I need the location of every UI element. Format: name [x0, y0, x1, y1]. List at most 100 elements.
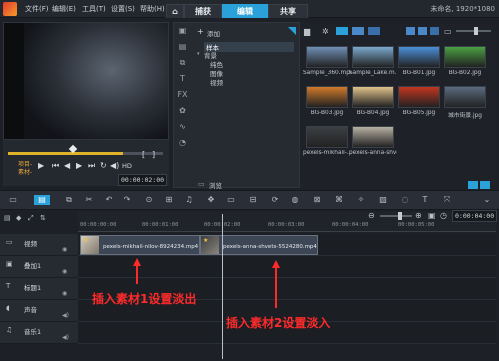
info-icon[interactable] [468, 181, 478, 189]
filter-video-icon[interactable] [336, 27, 348, 35]
track-header-video[interactable]: ▭ 视频 ◉ [0, 234, 78, 256]
zoom-slider-handle[interactable] [398, 212, 402, 220]
speed-icon[interactable]: ⌘ [334, 195, 344, 205]
media-item[interactable]: BG-B04.jpg [349, 86, 397, 116]
time-remap-icon[interactable]: ⟳ [270, 195, 280, 205]
mark-out-icon[interactable]: ] [152, 150, 155, 159]
media-icon[interactable]: ▣ [177, 26, 188, 35]
eye-icon[interactable]: ◉ [62, 268, 67, 275]
path-icon[interactable]: ∿ [177, 122, 188, 131]
transition-icon[interactable]: ⧉ [177, 58, 188, 67]
track-header-overlay[interactable]: ▣ 叠加1 ◉ [0, 256, 78, 278]
text-icon[interactable]: T [420, 195, 430, 205]
import-icon[interactable]: ▆ [304, 27, 310, 36]
speaker-icon[interactable]: ◀) [62, 334, 69, 341]
volume-icon[interactable]: ◀) [110, 161, 119, 170]
folder-icon[interactable]: ▭ [198, 180, 205, 188]
tab-share[interactable]: 共享 [268, 4, 308, 18]
video-clip-1[interactable]: ★ pexels-mikhail-nilov-8924234.mp4 [80, 235, 200, 255]
end-icon[interactable]: ⏭ [88, 161, 95, 171]
zoom-in-icon[interactable]: ⊕ [415, 211, 422, 220]
graphics-icon[interactable]: ✿ [177, 106, 188, 115]
track-header-voice[interactable]: ◖ 声音 ◀) [0, 300, 78, 322]
cut-icon[interactable]: ✂ [84, 195, 94, 205]
hd-badge[interactable]: HD [122, 162, 132, 170]
add-folder-button[interactable]: 添加 [207, 28, 220, 38]
clock-icon[interactable]: ◔ [177, 138, 188, 147]
slider-handle[interactable] [474, 27, 478, 35]
zoom-slider[interactable] [380, 215, 412, 217]
media-item[interactable]: BG-B03.jpg [303, 86, 351, 116]
menu-tools[interactable]: 工具(T) [82, 4, 106, 14]
color-grading-icon[interactable]: ▨ [378, 195, 388, 205]
next-frame-icon[interactable]: ▶ [76, 161, 82, 170]
filter-audio-icon[interactable] [368, 27, 380, 35]
fx-icon[interactable]: FX [177, 90, 188, 99]
redo-icon[interactable]: ↷ [122, 195, 132, 205]
video-clip-2[interactable]: ★ pexels-anna-shvets-5524280.mp4 [200, 235, 318, 255]
track-manager-icon[interactable]: ▤ [4, 214, 11, 222]
menu-help[interactable]: 帮助(H) [140, 4, 165, 14]
split-screen-icon[interactable]: ⊠ [312, 195, 322, 205]
subtitle-icon[interactable]: ▭ [226, 195, 236, 205]
clip-label[interactable]: 素材- [18, 167, 32, 176]
mask-creator-icon[interactable]: ◌ [400, 195, 410, 205]
auto-music-icon[interactable]: ♫ [184, 195, 194, 205]
3d-title-icon[interactable]: ✧ [356, 195, 366, 205]
chapter-icon[interactable]: ◆ [16, 214, 21, 222]
playhead[interactable] [222, 214, 223, 359]
repeat-icon[interactable]: ↻ [100, 161, 107, 170]
track-header-title[interactable]: T 标题1 ◉ [0, 278, 78, 300]
media-item[interactable]: BG-B05.jpg [395, 86, 443, 116]
tree-item-video[interactable]: 视频 [210, 77, 223, 87]
trim-range[interactable] [8, 152, 123, 155]
mark-in-icon[interactable]: [ [142, 150, 145, 159]
pan-zoom-icon[interactable]: ⤧ [442, 195, 452, 205]
eye-icon[interactable]: ◉ [62, 246, 67, 253]
title-icon[interactable]: T [177, 74, 188, 83]
timeline-view-icon[interactable]: ▤ [34, 195, 50, 205]
prev-frame-icon[interactable]: ◀ [64, 161, 70, 170]
media-item[interactable]: BG-B01.jpg [395, 46, 443, 76]
motion-track-icon[interactable]: ✥ [206, 195, 216, 205]
tree-item-samples[interactable]: 样本 [204, 42, 294, 52]
settings-icon[interactable]: ✲ [322, 27, 329, 36]
play-icon[interactable]: ▶ [38, 161, 44, 170]
menu-edit[interactable]: 编辑(E) [52, 4, 76, 14]
media-item[interactable]: 城市街景.jpg [441, 86, 489, 119]
timecode-display[interactable]: 00:00:02:00 [118, 174, 168, 186]
undo-icon[interactable]: ↶ [104, 195, 114, 205]
grid-view-icon[interactable] [418, 27, 427, 35]
menu-file[interactable]: 文件(F) [25, 4, 49, 14]
tab-edit[interactable]: 编辑 [222, 4, 268, 18]
filter-image-icon[interactable] [352, 27, 364, 35]
add-icon[interactable]: + [197, 27, 204, 36]
tab-home[interactable]: ⌂ [166, 4, 184, 18]
options-icon[interactable] [480, 181, 490, 189]
storyboard-view-icon[interactable]: ▭ [8, 195, 18, 205]
track-header-music[interactable]: ♫ 音乐1 ◀) [0, 322, 78, 344]
more-icon[interactable]: ⌄ [482, 195, 492, 205]
media-item[interactable]: Sample_Lake.m... [349, 46, 397, 76]
tab-capture[interactable]: 捕获 [184, 4, 222, 18]
instant-project-icon[interactable]: ▤ [177, 42, 188, 51]
list-view-icon[interactable] [406, 27, 415, 35]
media-item[interactable]: Sample_360.mp4 [303, 46, 351, 76]
copy-icon[interactable]: ⧉ [64, 195, 74, 205]
eye-icon[interactable]: ◉ [62, 290, 67, 297]
home-icon[interactable]: ⏮ [52, 161, 59, 171]
fit-project-icon[interactable]: ▣ [428, 211, 436, 220]
record-icon[interactable]: ⊙ [144, 195, 154, 205]
sort-icon[interactable] [430, 27, 439, 35]
zoom-out-icon[interactable]: ⊖ [368, 211, 375, 220]
thumbnail-size-icon[interactable]: ▭ [444, 27, 452, 36]
browse-button[interactable]: 浏览 [209, 180, 222, 190]
mixer-icon[interactable]: ⊞ [164, 195, 174, 205]
speaker-icon[interactable]: ◀) [62, 312, 69, 319]
chevron-down-icon[interactable]: ▾ [197, 51, 200, 57]
enable-ripple-icon[interactable]: ⇅ [40, 214, 46, 222]
multi-camera-icon[interactable]: ⊟ [248, 195, 258, 205]
media-item[interactable]: pexels-mikhail-... [303, 126, 351, 156]
ripple-icon[interactable]: ⤢ [28, 214, 34, 223]
media-item[interactable]: BG-B02.jpg [441, 46, 489, 76]
